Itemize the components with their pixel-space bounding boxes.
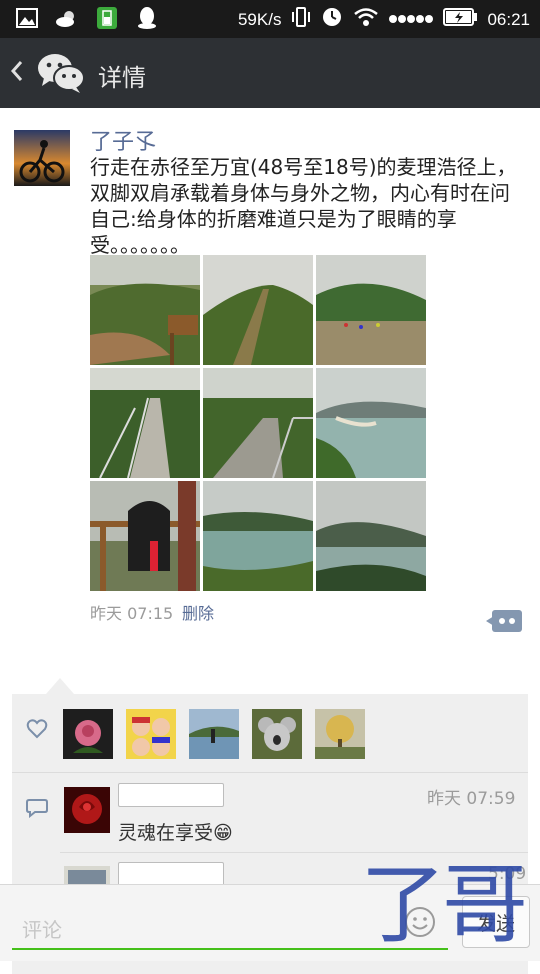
delete-link[interactable]: 删除 <box>182 600 214 624</box>
gallery-icon <box>14 6 40 30</box>
photo-grid <box>90 255 426 591</box>
comment-input-placeholder: 评论 <box>22 918 62 942</box>
wechat-logo <box>36 52 86 94</box>
chevron-left-icon <box>10 61 23 81</box>
post-username[interactable]: 了子孓 <box>90 124 156 156</box>
title-bar: 详情 <box>0 38 540 108</box>
liker-avatar-rose[interactable] <box>63 709 113 759</box>
vibrate-icon <box>291 6 311 33</box>
photo-bay-view[interactable] <box>316 368 426 478</box>
photo-paved-path[interactable] <box>203 368 313 478</box>
redacted-name <box>118 862 224 886</box>
alarm-icon <box>321 6 343 33</box>
page-title: 详情 <box>98 64 146 92</box>
liker-avatar-lake[interactable] <box>189 709 239 759</box>
network-speed: 59K/s <box>237 9 282 29</box>
back-button[interactable] <box>10 56 32 90</box>
comment-time: 昨天 07:59 <box>427 789 516 809</box>
redacted-name <box>118 783 224 807</box>
status-bar: 59K/s 06:21 <box>0 0 540 38</box>
wifi-icon <box>353 7 379 32</box>
photo-green-bay[interactable] <box>203 481 313 591</box>
post-text: 行走在赤径至万宜(48号至18号)的麦理浩径上，双脚双肩承载着身体与身外之物，内… <box>90 155 517 257</box>
liker-avatar-koala[interactable] <box>252 709 302 759</box>
comment-dots-icon[interactable] <box>486 610 522 632</box>
photo-misty-inlet[interactable] <box>316 481 426 591</box>
photo-trail-sign[interactable] <box>90 255 200 365</box>
weather-icon <box>54 6 80 30</box>
post-time: 昨天 07:15 <box>90 604 174 623</box>
battery-icon <box>443 8 478 31</box>
signal-icon <box>389 10 434 30</box>
watermark: 了哥 <box>360 855 528 955</box>
photo-hikers-shore[interactable] <box>316 255 426 365</box>
photo-backpack-rail[interactable] <box>90 481 200 591</box>
qq-icon <box>134 6 160 30</box>
panel-pointer <box>46 678 74 694</box>
battery-app-icon <box>94 6 120 30</box>
heart-icon <box>26 718 48 740</box>
panel-divider <box>12 772 528 773</box>
comment-text: 灵魂在享受😁 <box>118 822 233 844</box>
photo-stone-steps[interactable] <box>90 368 200 478</box>
comment-bubble-icon <box>26 798 48 819</box>
photo-hill-ridge[interactable] <box>203 255 313 365</box>
clock: 06:21 <box>487 9 530 29</box>
liker-avatar-kids[interactable] <box>126 709 176 759</box>
liker-avatar-tree[interactable] <box>315 709 365 759</box>
comment-avatar-rose[interactable] <box>64 787 110 833</box>
user-avatar[interactable] <box>14 130 70 186</box>
